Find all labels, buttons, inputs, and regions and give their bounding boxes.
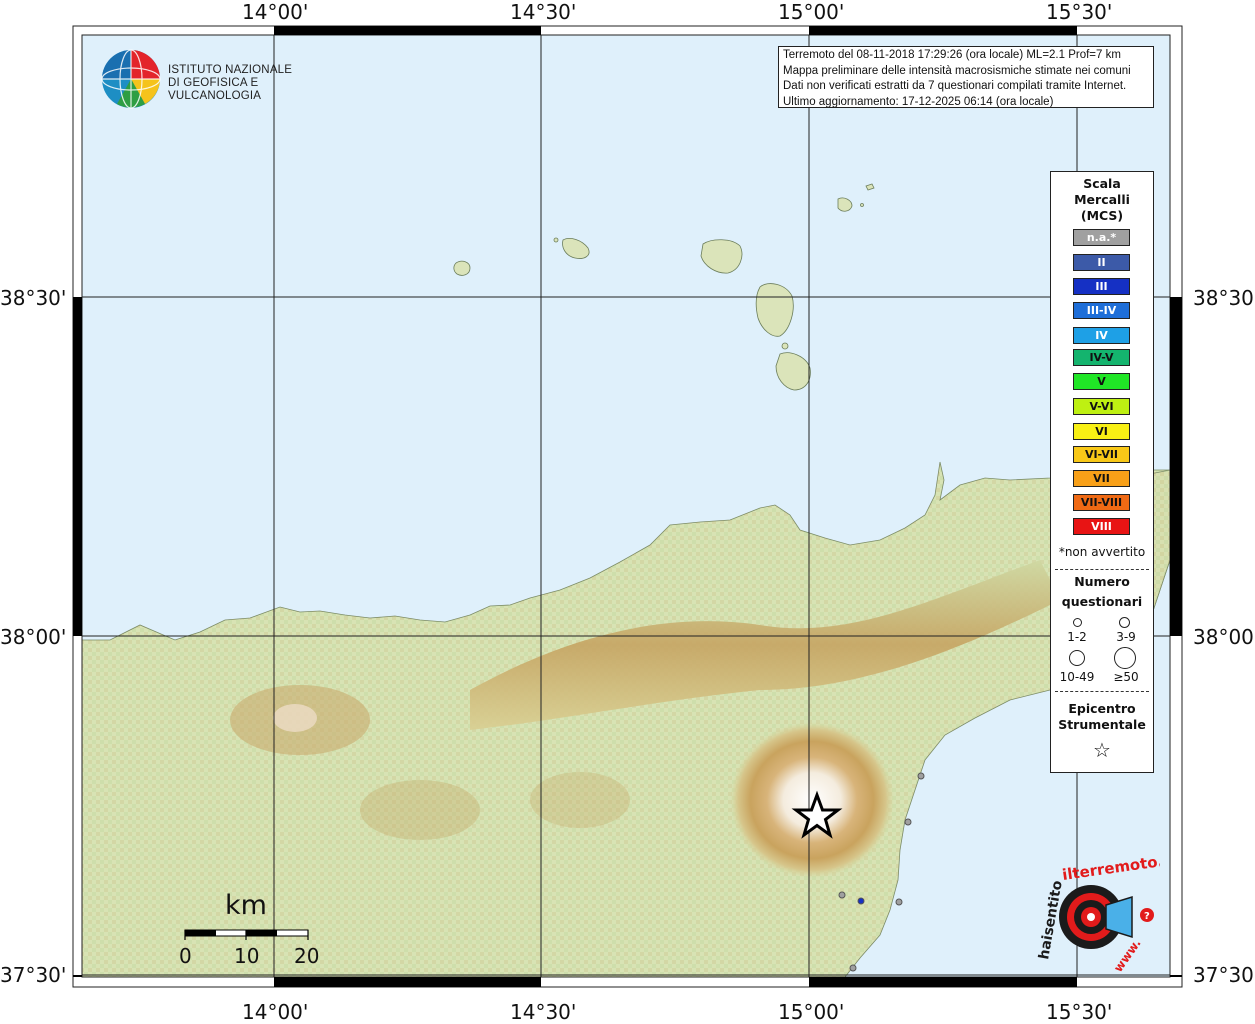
- observation-point: [895, 898, 903, 906]
- mcs-swatch-5: IV-V: [1073, 349, 1130, 366]
- event-line2: Mappa preliminare delle intensità macros…: [783, 64, 1131, 77]
- mcs-swatch-7: V-VI: [1073, 398, 1130, 415]
- count-label-3: 10-49: [1059, 670, 1095, 684]
- lat-label-right-3: 37°30': [1193, 963, 1255, 987]
- count-label-4: ≥50: [1113, 670, 1139, 684]
- observation-point: [849, 964, 857, 972]
- lon-label-top-4: 15°30': [1046, 0, 1113, 24]
- event-line1: Terremoto del 08-11-2018 17:29:26 (ora l…: [783, 49, 1121, 61]
- observation-point: [917, 772, 925, 780]
- institute-line2: DI GEOFISICA E VULCANOLOGIA: [168, 77, 262, 102]
- scale-tick-20: 20: [294, 944, 320, 968]
- globe-icon: [101, 49, 161, 109]
- scale-ruler: [184, 929, 309, 940]
- event-line4: Ultimo aggiornamento: 17-12-2025 06:14 (…: [783, 95, 1054, 108]
- mcs-swatch-11: VII-VIII: [1073, 494, 1130, 511]
- epicenter-star-symbol: ☆: [1093, 738, 1111, 762]
- count-title-1: Numero: [1074, 574, 1130, 589]
- count-circle-large: [1069, 650, 1085, 666]
- legend-title-2: Mercalli: [1074, 192, 1130, 207]
- lat-label-left-1: 38°30': [0, 286, 67, 310]
- lat-label-left-2: 38°00': [0, 625, 67, 649]
- ingv-logo: ISTITUTO NAZIONALE DI GEOFISICA E VULCAN…: [100, 48, 330, 110]
- scale-tick-10: 10: [234, 944, 260, 968]
- observation-point: [857, 897, 865, 905]
- mcs-swatch-12: VIII: [1073, 518, 1130, 535]
- mcs-swatch-3: III-IV: [1073, 302, 1130, 319]
- institute-line1: ISTITUTO NAZIONALE: [168, 64, 293, 76]
- legend-title-3: (MCS): [1080, 208, 1124, 223]
- mcs-swatch-8: VI: [1073, 423, 1130, 440]
- count-label-1: 1-2: [1067, 630, 1087, 644]
- etna-volcano: [730, 722, 894, 878]
- event-info-box: Terremoto del 08-11-2018 17:29:26 (ora l…: [778, 46, 1154, 108]
- epicenter-title-1: Epicentro: [1068, 701, 1136, 716]
- question-icon: ?: [1144, 911, 1150, 922]
- lon-label-top-2: 14°30': [510, 0, 577, 24]
- count-title-2: questionari: [1061, 594, 1143, 609]
- lon-label-bottom-3: 15°00': [778, 1000, 845, 1024]
- www-text: www.: [1111, 936, 1144, 974]
- mcs-swatch-6: V: [1073, 373, 1130, 390]
- observation-point: [838, 891, 846, 899]
- count-circle-small: [1073, 618, 1082, 627]
- event-line3: Dati non verificati estratti da 7 questi…: [783, 80, 1127, 92]
- island-alicudi: [453, 260, 471, 276]
- count-label-2: 3-9: [1116, 630, 1136, 644]
- mcs-swatch-10: VII: [1073, 470, 1130, 487]
- haisentito-logo-graphic: ? haisentito ilterremoto.it www.: [1036, 850, 1176, 974]
- ilterremoto-text: ilterremoto.it: [1061, 855, 1160, 884]
- count-circle-medium: [1119, 617, 1130, 628]
- mcs-swatch-0: n.a.*: [1073, 229, 1130, 246]
- haisentito-logo: ? haisentito ilterremoto.it www.: [1028, 850, 1176, 985]
- mcs-legend: Scala Mercalli (MCS) n.a.* II III III-IV IV I…: [1050, 171, 1154, 773]
- mcs-swatch-1: II: [1073, 254, 1130, 271]
- legend-title-1: Scala: [1083, 176, 1121, 191]
- scale-bar: km 0 10 20: [170, 890, 340, 970]
- lat-label-right-1: 38°30': [1193, 286, 1255, 310]
- lon-label-top-3: 15°00': [778, 0, 845, 24]
- mcs-swatch-2: III: [1073, 278, 1130, 295]
- mcs-swatch-4: IV: [1073, 327, 1130, 344]
- mcs-swatch-9: VI-VII: [1073, 446, 1130, 463]
- lon-label-top-1: 14°00': [242, 0, 309, 24]
- scale-tick-0: 0: [179, 944, 192, 968]
- epicenter-title-2: Strumentale: [1058, 717, 1146, 732]
- count-circle-xlarge: [1114, 647, 1136, 669]
- lon-label-bottom-2: 14°30': [510, 1000, 577, 1024]
- observation-point: [904, 818, 912, 826]
- lat-label-right-2: 38°00': [1193, 625, 1255, 649]
- lat-label-left-3: 37°30': [0, 963, 67, 987]
- lon-label-bottom-4: 15°30': [1046, 1000, 1113, 1024]
- lon-label-bottom-1: 14°00': [242, 1000, 309, 1024]
- not-felt-note: *non avvertito: [1058, 545, 1146, 559]
